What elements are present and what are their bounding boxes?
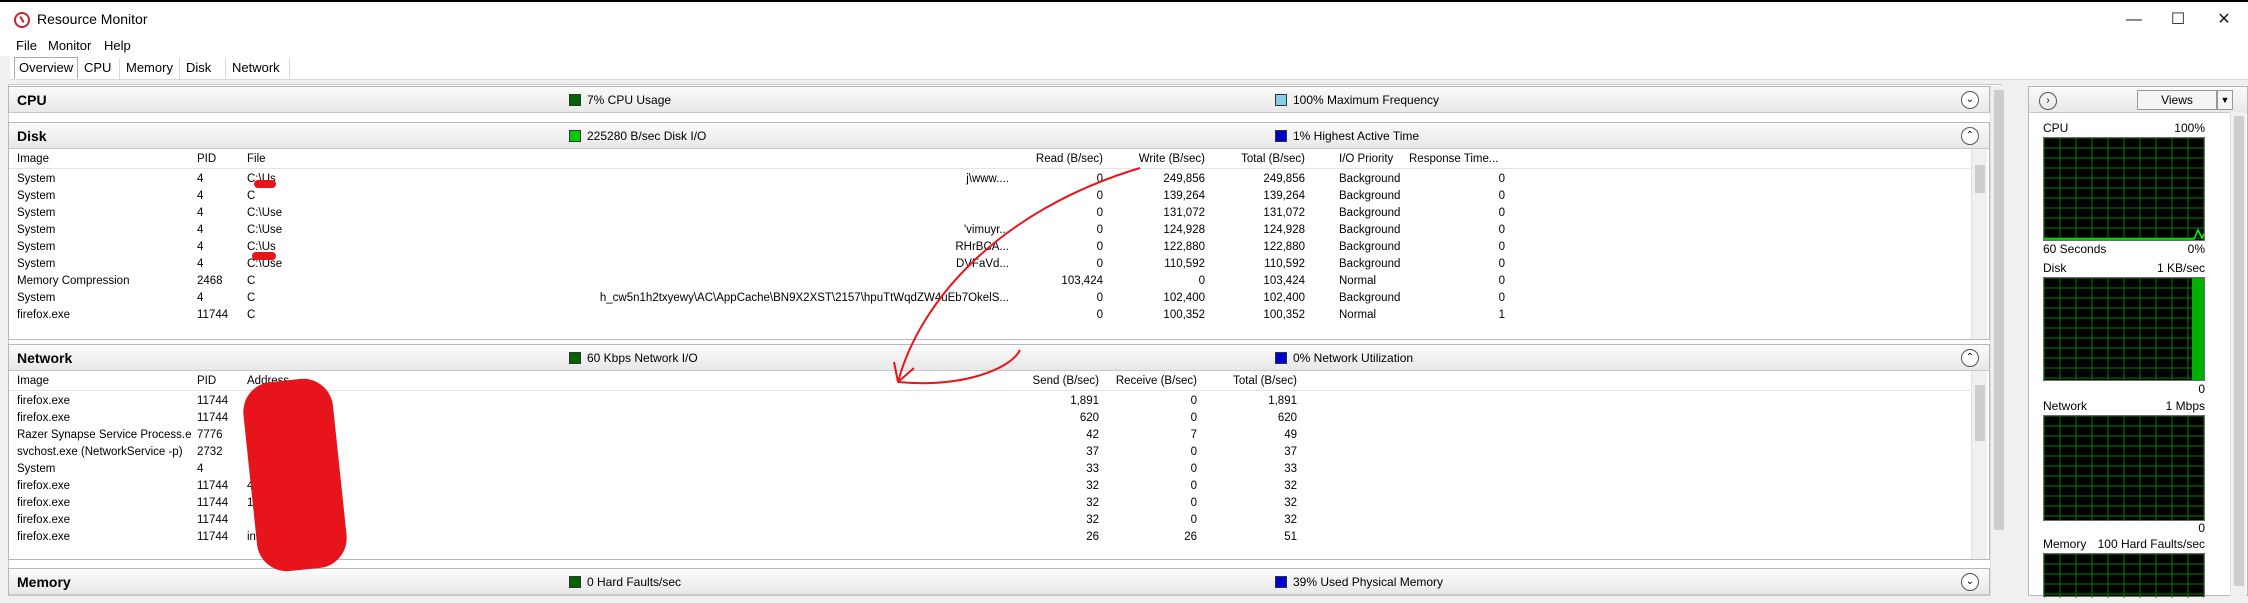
graph-min-label: 0% bbox=[2187, 242, 2205, 256]
views-button[interactable]: Views bbox=[2137, 90, 2217, 110]
cpu-graph bbox=[2043, 137, 2205, 241]
graph-max-label: 100% bbox=[2174, 121, 2205, 135]
views-dropdown-icon[interactable]: ▼ bbox=[2217, 90, 2233, 110]
graph-label: Memory bbox=[2043, 537, 2087, 551]
collapse-pane-icon[interactable]: › bbox=[2039, 92, 2057, 110]
graph-pane-scrollbar[interactable] bbox=[2230, 112, 2246, 596]
graph-min-label: 0 bbox=[2198, 382, 2205, 396]
graph-pane-header: › Views ▼ bbox=[2029, 87, 2247, 113]
graph-span-label: 60 Seconds bbox=[2043, 242, 2107, 256]
graph-max-label: 1 Mbps bbox=[2165, 399, 2205, 413]
graph-max-label: 100 Hard Faults/sec bbox=[2097, 537, 2205, 551]
graph-pane: › Views ▼ CPU 100% 60 Seconds 0% Disk 1 … bbox=[2028, 86, 2248, 598]
graph-label: CPU bbox=[2043, 121, 2069, 135]
graph-min-label: 0 bbox=[2198, 521, 2205, 535]
disk-graph bbox=[2043, 277, 2205, 381]
memory-graph bbox=[2043, 553, 2205, 598]
graph-max-label: 1 KB/sec bbox=[2156, 261, 2205, 275]
network-graph bbox=[2043, 415, 2205, 521]
graph-label: Disk bbox=[2043, 261, 2067, 275]
graph-label: Network bbox=[2043, 399, 2088, 413]
annotation-arrow bbox=[893, 167, 1141, 385]
